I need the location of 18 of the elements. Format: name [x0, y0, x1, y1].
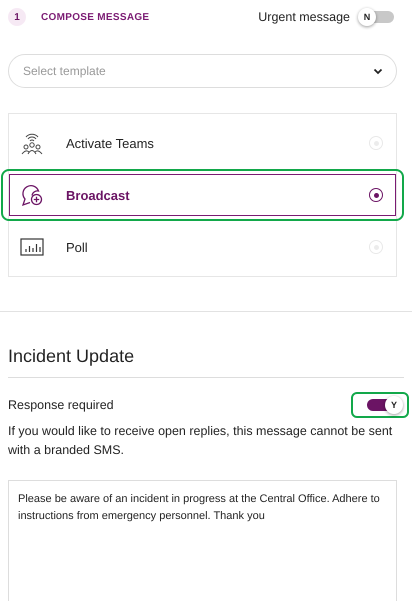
urgent-toggle[interactable]: N: [360, 11, 394, 23]
template-option[interactable]: Poll: [9, 226, 396, 268]
chevron-down-icon: [373, 68, 383, 75]
template-select[interactable]: Select template: [8, 54, 397, 88]
people-signal-icon: [20, 131, 44, 155]
radio-button[interactable]: [369, 188, 383, 202]
step-title: COMPOSE MESSAGE: [41, 12, 150, 22]
bar-chart-icon: [20, 237, 44, 257]
template-option[interactable]: Broadcast: [9, 174, 396, 216]
response-label: Response required: [8, 398, 114, 412]
response-toggle[interactable]: Y: [367, 399, 401, 411]
message-field[interactable]: Please be aware of an incident in progress at the Central Office. Adhere to instructions from emergency personnel. Thank you: [8, 480, 397, 601]
urgent-label: Urgent message: [258, 10, 350, 24]
chat-bubble-plus-icon: [20, 183, 44, 207]
info-text: If you would like to receive open replies, this message cannot be sent with a branded SMS.: [8, 423, 394, 459]
step-number: 1: [8, 8, 26, 26]
section-title: Incident Update: [8, 346, 404, 378]
template-option[interactable]: Activate Teams: [9, 122, 396, 164]
